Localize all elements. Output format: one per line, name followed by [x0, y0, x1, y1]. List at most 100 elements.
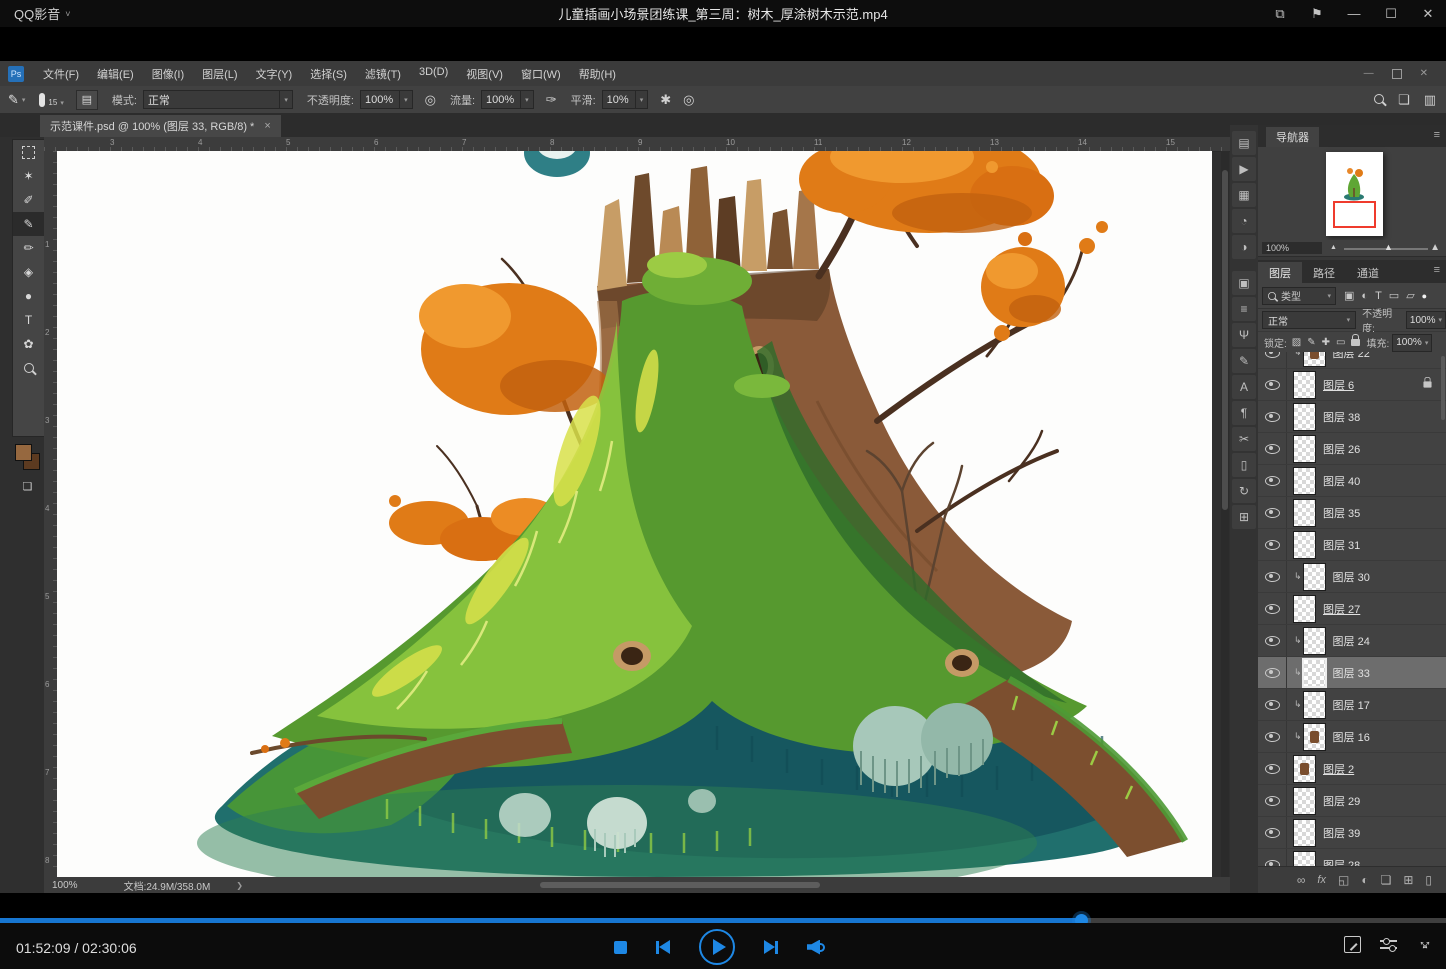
layer-row[interactable]: ↳图层 17 — [1258, 689, 1446, 721]
adjustment-filter-icon[interactable]: ◐ — [1361, 290, 1368, 302]
visibility-toggle[interactable] — [1258, 369, 1287, 400]
screenshot-tool-icon[interactable] — [1344, 936, 1361, 953]
layer-thumbnail[interactable] — [1294, 852, 1315, 867]
layer-group-icon[interactable]: ❏ — [1381, 873, 1392, 887]
layer-opacity-select[interactable]: 100%▾ — [1406, 311, 1446, 329]
canvas-artwork[interactable] — [57, 151, 1212, 877]
layer-row[interactable]: 图层 29 — [1258, 785, 1446, 817]
layer-row[interactable]: 图层 26 — [1258, 433, 1446, 465]
toggle-brush-panel-button[interactable]: ▤ — [76, 90, 98, 110]
layer-thumbnail[interactable] — [1304, 660, 1325, 686]
layer-fill-select[interactable]: 100%▾ — [1392, 334, 1432, 352]
app-menu-button[interactable]: QQ影音 ˅ — [14, 4, 71, 23]
menu-item[interactable]: 图层(L) — [193, 66, 246, 82]
menu-item[interactable]: 视图(V) — [457, 66, 512, 82]
notes-panel-icon[interactable]: ▯ — [1232, 453, 1256, 477]
history-panel-icon[interactable]: ↻ — [1232, 479, 1256, 503]
zoom-out-icon[interactable]: ▲ — [1330, 244, 1337, 251]
tool-presets-panel-icon[interactable]: ≡ — [1232, 297, 1256, 321]
layer-thumbnail[interactable] — [1304, 692, 1325, 718]
panel-list-icon[interactable]: ▥ — [1424, 92, 1436, 108]
shape-filter-icon[interactable]: ▭ — [1389, 289, 1399, 302]
tab-paths[interactable]: 路径 — [1302, 262, 1346, 283]
fullscreen-icon[interactable]: ↔↔ — [1416, 935, 1434, 953]
layer-row[interactable]: ↳图层 30 — [1258, 561, 1446, 593]
canvas-vertical-scrollbar-thumb[interactable] — [1222, 170, 1228, 510]
layer-filter-select[interactable]: 类型 ▾ — [1262, 287, 1336, 305]
playlist-settings-icon[interactable] — [1380, 937, 1397, 952]
navigator-zoom-value[interactable]: 100% — [1262, 242, 1322, 254]
color-swatches[interactable] — [12, 442, 43, 476]
visibility-toggle[interactable] — [1258, 721, 1287, 752]
delete-layer-icon[interactable]: ▯ — [1425, 873, 1432, 887]
visibility-toggle[interactable] — [1258, 497, 1287, 528]
menu-item[interactable]: 选择(S) — [301, 66, 356, 82]
layer-row[interactable]: 图层 35 — [1258, 497, 1446, 529]
ps-minimize-icon[interactable]: — — [1364, 68, 1374, 79]
ps-close-icon[interactable]: ✕ — [1420, 68, 1428, 79]
adjustments-panel-icon[interactable]: ◑ — [1232, 235, 1256, 259]
patterns-panel-icon[interactable]: ▦ — [1232, 183, 1256, 207]
layer-row[interactable]: 图层 31 — [1258, 529, 1446, 561]
brush-settings-panel-icon[interactable]: Ψ — [1232, 323, 1256, 347]
layer-row[interactable]: ↳图层 16 — [1258, 721, 1446, 753]
visibility-toggle[interactable] — [1258, 561, 1287, 592]
layer-row[interactable]: 图层 38 — [1258, 401, 1446, 433]
layer-thumbnail[interactable] — [1294, 468, 1315, 494]
layer-style-icon[interactable]: fx — [1317, 874, 1326, 886]
layer-thumbnail[interactable] — [1304, 724, 1325, 750]
next-button[interactable] — [764, 940, 778, 954]
menu-item[interactable]: 滤镜(T) — [356, 66, 410, 82]
menu-item[interactable]: 窗口(W) — [512, 66, 570, 82]
menu-item[interactable]: 文字(Y) — [247, 66, 302, 82]
screen-mode-icon[interactable]: ❏ — [12, 480, 43, 493]
zoom-tool[interactable] — [13, 356, 44, 380]
visibility-toggle[interactable] — [1258, 785, 1287, 816]
visibility-toggle[interactable] — [1258, 625, 1287, 656]
search-icon[interactable] — [1374, 92, 1384, 107]
visibility-toggle[interactable] — [1258, 465, 1287, 496]
paragraph-panel-icon[interactable]: ¶ — [1232, 401, 1256, 425]
libraries-panel-icon[interactable]: ✂ — [1232, 427, 1256, 451]
zoom-in-icon[interactable]: ▲ — [1430, 242, 1440, 253]
layer-row[interactable]: ↳图层 24 — [1258, 625, 1446, 657]
visibility-toggle[interactable] — [1258, 433, 1287, 464]
lock-all-icon[interactable] — [1351, 339, 1360, 346]
layer-thumbnail[interactable] — [1294, 756, 1315, 782]
new-layer-icon[interactable]: ⊞ — [1403, 873, 1413, 887]
layer-mask-icon[interactable]: ◱ — [1338, 873, 1349, 887]
type-filter-icon[interactable]: T — [1375, 290, 1382, 302]
panel-scrollbar-thumb[interactable] — [1441, 356, 1445, 420]
magic-wand-tool[interactable]: ✶ — [13, 164, 44, 188]
layer-row[interactable]: 图层 6 — [1258, 369, 1446, 401]
smoothing-select[interactable]: 10%▾ — [602, 90, 649, 109]
stop-button[interactable] — [614, 941, 627, 954]
tab-channels[interactable]: 通道 — [1346, 262, 1390, 283]
close-icon[interactable]: ✕ — [1420, 6, 1436, 22]
tool-preset-picker[interactable]: ✎▾ — [8, 92, 25, 108]
layer-row[interactable]: 图层 27 — [1258, 593, 1446, 625]
brush-size-picker[interactable]: 15▾ — [39, 93, 63, 107]
visibility-toggle[interactable] — [1258, 849, 1287, 866]
visibility-toggle[interactable] — [1258, 593, 1287, 624]
miniplayer-icon[interactable]: ⧉ — [1272, 6, 1288, 22]
menu-item[interactable]: 图像(I) — [143, 66, 193, 82]
menu-item[interactable]: 编辑(E) — [88, 66, 143, 82]
smart-object-filter-icon[interactable]: ▱ — [1406, 289, 1414, 302]
color-panel-icon[interactable]: ◔ — [1232, 209, 1256, 233]
zoom-slider-thumb[interactable]: ▲ — [1384, 242, 1393, 252]
actions-panel-icon[interactable]: ▶ — [1232, 157, 1256, 181]
layer-row[interactable]: 图层 2 — [1258, 753, 1446, 785]
layer-thumbnail[interactable] — [1294, 820, 1315, 846]
visibility-toggle[interactable] — [1258, 657, 1287, 688]
volume-button[interactable] — [807, 940, 826, 955]
layer-thumbnail[interactable] — [1304, 564, 1325, 590]
brush-tool[interactable]: ✎ — [13, 212, 44, 236]
custom-shape-tool[interactable]: ✿ — [13, 332, 44, 356]
panel-menu-icon[interactable]: ≡ — [1434, 264, 1440, 276]
pixel-filter-icon[interactable]: ▣ — [1344, 289, 1354, 302]
panel-menu-icon[interactable]: ≡ — [1434, 129, 1440, 141]
layer-thumbnail[interactable] — [1294, 404, 1315, 430]
visibility-toggle[interactable] — [1258, 689, 1287, 720]
layer-thumbnail[interactable] — [1304, 352, 1325, 366]
